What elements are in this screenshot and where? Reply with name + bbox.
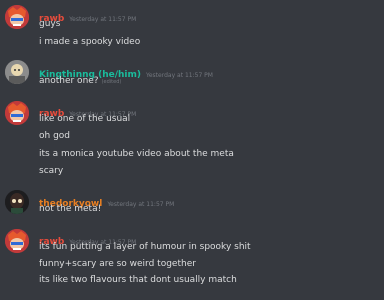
message-timestamp: Yesterday at 11:57 PM [107,201,175,208]
message-group: rawb Yesterday at 11:57 PM like one of th… [0,96,384,182]
thedorkyowl-avatar[interactable] [5,190,29,214]
message-text: not the meta! [39,204,102,214]
message-group: thedorkyowl Yesterday at 11:57 PM not the… [0,182,384,224]
message-group: rawb Yesterday at 11:57 PM its fun puttin… [0,224,384,300]
message-text-content: another one? [39,76,99,86]
message-text: scary [39,166,64,176]
kingthinng-avatar[interactable] [5,60,29,84]
message-header: thedorkyowl Yesterday at 11:57 PM [39,191,175,209]
message-header: rawb Yesterday at 11:57 PM [39,229,136,247]
message-text: another one? (edited) [39,76,121,86]
message-list: rawb Yesterday at 11:57 PM guys i made a … [0,0,384,300]
message-timestamp: Yesterday at 11:57 PM [146,72,213,79]
message-text: funny+scary are so weird together [39,259,196,269]
message-text: its a monica youtube video about the met… [39,149,234,159]
message-group: rawb Yesterday at 11:57 PM guys i made a … [0,0,384,52]
message-group: Kingthinng (he/him) Yesterday at 11:57 PM… [0,52,384,96]
message-text: its fun putting a layer of humour in spo… [39,242,251,252]
message-text: like one of the usual [39,114,131,124]
message-header: rawb Yesterday at 11:57 PM [39,101,136,119]
message-header: rawb Yesterday at 11:57 PM [39,6,137,24]
message-text: oh god [39,131,71,141]
message-text: guys [39,19,61,29]
message-text: its like two flavours that dont usually … [39,275,237,285]
rawb-avatar[interactable] [5,101,29,125]
rawb-avatar[interactable] [5,5,29,29]
message-header: Kingthinng (he/him) Yesterday at 11:57 PM [39,62,213,80]
message-text: i made a spooky video [39,37,141,47]
edited-tag: (edited) [101,79,122,85]
rawb-avatar[interactable] [5,229,29,253]
message-timestamp: Yesterday at 11:57 PM [69,16,137,23]
